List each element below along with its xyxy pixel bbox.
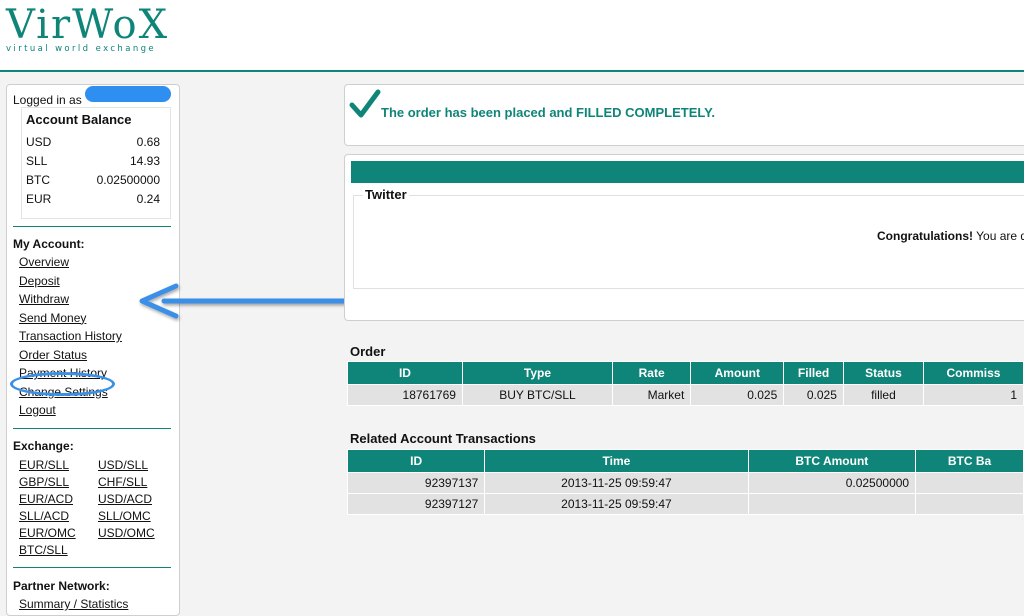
sidebar-link-order-status[interactable]: Order Status	[19, 346, 122, 365]
balance-row: USD 0.68	[22, 133, 170, 152]
sidebar-divider	[13, 567, 171, 568]
balance-currency: BTC	[26, 173, 50, 187]
balance-row: BTC 0.02500000	[22, 171, 170, 190]
tx-btc-balance	[915, 493, 1024, 515]
sidebar-link-deposit[interactable]: Deposit	[19, 272, 122, 291]
partner-link-summary[interactable]: Summary / Statistics	[19, 595, 128, 614]
sidebar-link-withdraw[interactable]: Withdraw	[19, 290, 122, 309]
balance-amount: 0.24	[136, 192, 160, 206]
col-header-btc-amount: BTC Amount	[747, 449, 917, 473]
balance-amount: 14.93	[129, 154, 160, 168]
order-header-row: ID Type Rate Amount Filled Status Commis…	[347, 361, 1024, 385]
balance-row: EUR 0.24	[22, 190, 170, 209]
tx-id: 92397137	[346, 472, 486, 494]
sidebar: Logged in as Account Balance USD 0.68 SL…	[6, 84, 180, 616]
tx-btc-amount	[747, 493, 917, 515]
col-header-rate: Rate	[611, 361, 692, 385]
order-filled: 0.025	[783, 384, 844, 406]
table-row: 92397127 2013-11-25 09:59:47	[346, 493, 1024, 515]
balance-amount: 0.02500000	[96, 173, 160, 187]
sidebar-divider	[13, 428, 171, 429]
col-header-id: ID	[347, 361, 463, 385]
transactions-header-row: ID Time BTC Amount BTC Ba	[346, 449, 1024, 473]
twitter-box: Twitter Congratulations! You are q	[344, 154, 1024, 321]
col-header-filled: Filled	[783, 361, 844, 385]
exchange-link-btc-sll[interactable]: BTC/SLL	[19, 542, 98, 559]
twitter-legend: Twitter	[363, 187, 409, 202]
exchange-link-eur-acd[interactable]: EUR/ACD	[19, 491, 98, 508]
order-type: BUY BTC/SLL	[461, 384, 613, 406]
col-header-commission: Commiss	[922, 361, 1024, 385]
table-row: 92397137 2013-11-25 09:59:47 0.02500000	[346, 472, 1024, 494]
order-table: ID Type Rate Amount Filled Status Commis…	[347, 361, 1024, 406]
logged-in-line: Logged in as	[13, 93, 82, 107]
table-row: 18761769 BUY BTC/SLL Market 0.025 0.025 …	[347, 384, 1024, 406]
logo-tagline: virtual world exchange	[6, 44, 157, 54]
transactions-table: ID Time BTC Amount BTC Ba 92397137 2013-…	[346, 449, 1024, 515]
balance-row: SLL 14.93	[22, 152, 170, 171]
congrats-bold: Congratulations!	[877, 229, 973, 243]
logged-in-label: Logged in as	[13, 93, 82, 107]
exchange-links: EUR/SLL USD/SLL GBP/SLL CHF/SLL EUR/ACD …	[19, 457, 168, 559]
balance-currency: EUR	[26, 192, 52, 206]
exchange-link-sll-acd[interactable]: SLL/ACD	[19, 508, 98, 525]
sidebar-divider	[13, 226, 171, 227]
twitter-header-bar	[351, 161, 1024, 183]
logo-wordmark: VirWoX	[6, 2, 170, 48]
tx-btc-balance	[915, 472, 1024, 494]
tx-time: 2013-11-25 09:59:47	[484, 472, 749, 494]
tx-id: 92397127	[346, 493, 486, 515]
sidebar-link-send-money[interactable]: Send Money	[19, 309, 122, 328]
col-header-amount: Amount	[690, 361, 785, 385]
col-header-btc-balance: BTC Ba	[915, 449, 1024, 473]
partner-links: Summary / Statistics	[19, 595, 128, 614]
order-id: 18761769	[347, 384, 463, 406]
balance-currency: SLL	[26, 154, 48, 168]
col-header-id: ID	[346, 449, 486, 473]
col-header-type: Type	[461, 361, 613, 385]
col-header-status: Status	[842, 361, 924, 385]
sidebar-link-logout[interactable]: Logout	[19, 401, 122, 420]
exchange-link-sll-omc[interactable]: SLL/OMC	[98, 508, 168, 525]
exchange-link-eur-sll[interactable]: EUR/SLL	[19, 457, 98, 474]
my-account-title: My Account:	[13, 237, 85, 251]
order-amount: 0.025	[690, 384, 785, 406]
page-header: VirWoX virtual world exchange	[0, 0, 1024, 72]
transactions-title: Related Account Transactions	[350, 431, 536, 446]
exchange-link-usd-acd[interactable]: USD/ACD	[98, 491, 168, 508]
order-notice: The order has been placed and FILLED COM…	[344, 84, 1024, 146]
virwox-logo[interactable]: VirWoX virtual world exchange	[6, 2, 169, 54]
redacted-username	[85, 86, 171, 102]
col-header-time: Time	[484, 449, 749, 473]
balance-amount: 0.68	[136, 135, 160, 149]
sidebar-link-transaction-history[interactable]: Transaction History	[19, 327, 122, 346]
twitter-congrats: Congratulations! You are q	[877, 229, 1024, 243]
order-rate: Market	[611, 384, 692, 406]
congrats-text: You are q	[973, 229, 1024, 243]
exchange-link-eur-omc[interactable]: EUR/OMC	[19, 525, 98, 542]
account-balance-box: Account Balance USD 0.68 SLL 14.93 BTC 0…	[21, 107, 171, 219]
check-icon	[349, 89, 381, 118]
tx-btc-amount: 0.02500000	[747, 472, 917, 494]
exchange-link-usd-omc[interactable]: USD/OMC	[98, 525, 168, 542]
partner-network-title: Partner Network:	[13, 579, 110, 593]
notice-message: The order has been placed and FILLED COM…	[381, 105, 715, 120]
account-balance-title: Account Balance	[26, 112, 132, 127]
balance-currency: USD	[26, 135, 52, 149]
exchange-link-usd-sll[interactable]: USD/SLL	[98, 457, 168, 474]
exchange-link-gbp-sll[interactable]: GBP/SLL	[19, 474, 98, 491]
order-commission: 1	[922, 384, 1024, 406]
order-status: filled	[842, 384, 924, 406]
tx-time: 2013-11-25 09:59:47	[484, 493, 749, 515]
withdraw-highlight-ellipse	[10, 372, 115, 396]
exchange-title: Exchange:	[13, 439, 74, 453]
sidebar-link-overview[interactable]: Overview	[19, 253, 122, 272]
order-title: Order	[350, 344, 386, 359]
exchange-link-chf-sll[interactable]: CHF/SLL	[98, 474, 168, 491]
